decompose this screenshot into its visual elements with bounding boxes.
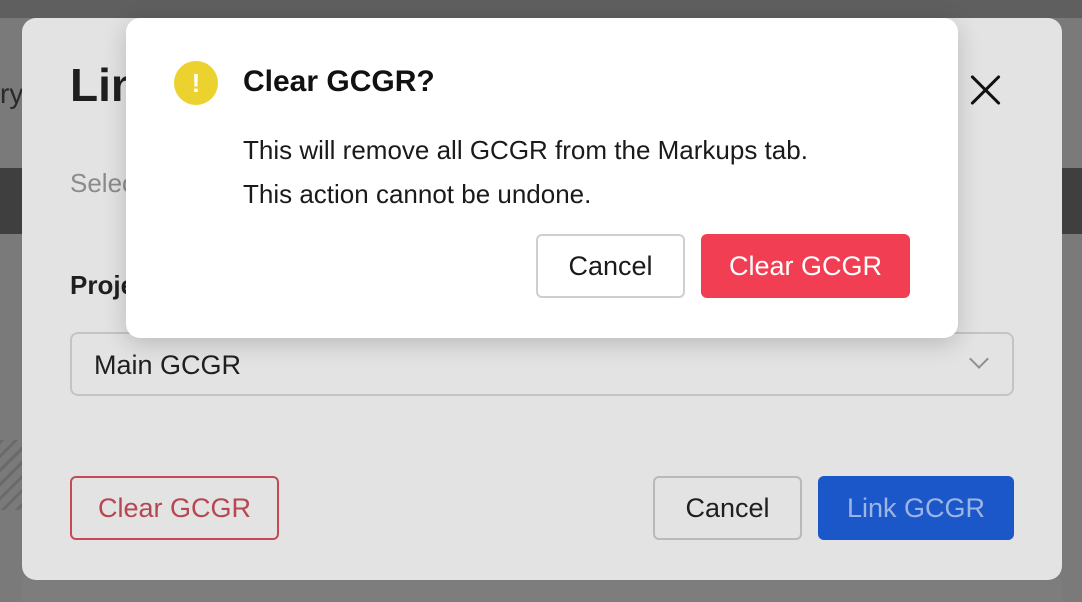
app-hatch-pattern — [0, 440, 22, 510]
confirm-message-line-2: This action cannot be undone. — [243, 179, 592, 209]
confirm-message-line-1: This will remove all GCGR from the Marku… — [243, 135, 808, 165]
confirm-message: This will remove all GCGR from the Marku… — [243, 128, 808, 216]
app-top-strip — [0, 0, 1082, 18]
link-gcgr-button[interactable]: Link GCGR — [818, 476, 1014, 540]
clear-gcgr-button[interactable]: Clear GCGR — [70, 476, 279, 540]
warning-icon: ! — [174, 61, 218, 105]
app-table-row — [22, 578, 1062, 602]
close-icon[interactable] — [964, 68, 1008, 112]
chevron-down-icon — [969, 349, 989, 369]
confirm-clear-gcgr-button[interactable]: Clear GCGR — [701, 234, 910, 298]
app-side-text: ry — [0, 78, 24, 109]
confirm-cancel-button[interactable]: Cancel — [536, 234, 685, 298]
confirm-title: Clear GCGR? — [243, 65, 435, 98]
project-select-value: Main GCGR — [94, 350, 242, 380]
cancel-button[interactable]: Cancel — [653, 476, 802, 540]
clear-gcgr-confirm-dialog: ! Clear GCGR? This will remove all GCGR … — [126, 18, 958, 338]
project-select[interactable]: Main GCGR — [70, 332, 1014, 396]
